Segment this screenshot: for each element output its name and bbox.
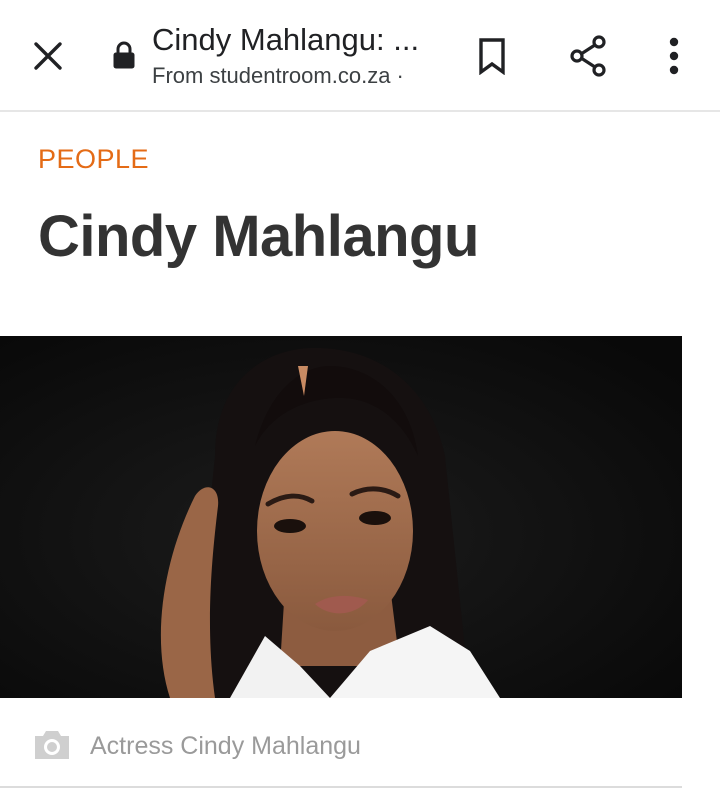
bookmark-icon	[479, 38, 505, 75]
page-title: Cindy Mahlangu: ...	[152, 22, 420, 57]
share-icon	[570, 35, 606, 77]
article-headline: Cindy Mahlangu	[38, 204, 479, 269]
page-source: From studentroom.co.za ·	[152, 63, 404, 88]
bookmark-button[interactable]	[466, 30, 518, 82]
page-info[interactable]: Cindy Mahlangu: ... From studentroom.co.…	[152, 20, 442, 92]
lock-icon	[113, 41, 135, 69]
article-hero-image	[0, 336, 682, 698]
camera-icon	[35, 731, 69, 759]
close-icon	[34, 42, 62, 70]
image-caption: Actress Cindy Mahlangu	[0, 700, 682, 788]
share-button[interactable]	[562, 30, 614, 82]
article-category[interactable]: PEOPLE	[38, 144, 149, 175]
more-vert-icon	[669, 37, 679, 75]
more-options-button[interactable]	[648, 30, 700, 82]
caption-text: Actress Cindy Mahlangu	[90, 732, 361, 760]
portrait-photo	[0, 336, 682, 698]
close-button[interactable]	[22, 30, 74, 82]
browser-toolbar: Cindy Mahlangu: ... From studentroom.co.…	[0, 0, 720, 112]
